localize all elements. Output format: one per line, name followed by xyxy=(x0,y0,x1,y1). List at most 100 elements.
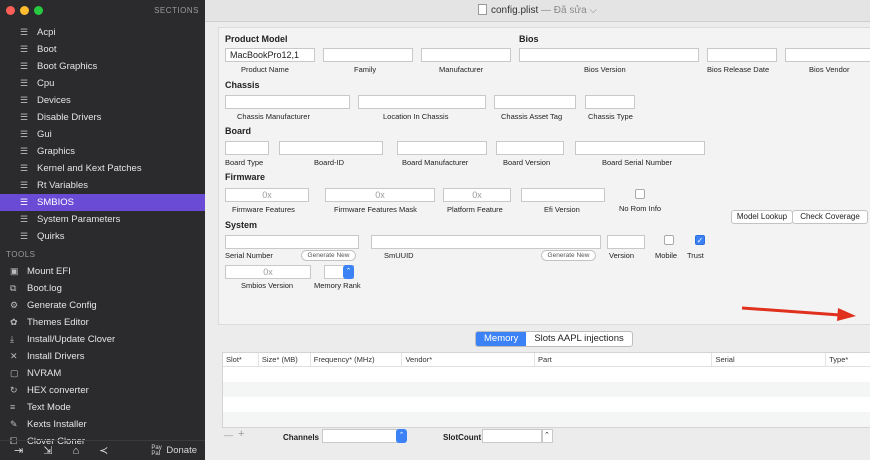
bios-release-date-field[interactable] xyxy=(707,48,777,62)
sidebar-item-label: Quirks xyxy=(37,231,65,242)
slotcount-field[interactable] xyxy=(482,429,542,443)
sidebar-item-acpi[interactable]: ☰ Acpi xyxy=(0,24,205,41)
import-icon[interactable]: ⇥ xyxy=(14,444,23,457)
model-lookup-button[interactable]: Model Lookup xyxy=(731,210,793,224)
firmware-features-mask-field[interactable]: 0x xyxy=(325,188,435,202)
tool-themes-editor[interactable]: ✿ Themes Editor xyxy=(0,314,205,331)
no-rom-info-label: No Rom Info xyxy=(619,204,662,213)
generate-serial-button[interactable]: Generate New xyxy=(301,250,356,261)
sidebar-item-cpu[interactable]: ☰ Cpu xyxy=(0,75,205,92)
list-icon: ☰ xyxy=(20,61,29,71)
sidebar-item-boot[interactable]: ☰ Boot xyxy=(0,41,205,58)
tool-mount-efi[interactable]: ▣ Mount EFI xyxy=(0,263,205,280)
sidebar-item-rt-variables[interactable]: ☰ Rt Variables xyxy=(0,177,205,194)
chassis-manufacturer-field[interactable] xyxy=(225,95,350,109)
product-name-field[interactable]: MacBookPro12,1 xyxy=(225,48,315,62)
table-row[interactable] xyxy=(223,367,870,382)
home-icon[interactable]: ⌂ xyxy=(72,445,79,457)
slotcount-label: SlotCount xyxy=(443,433,482,442)
sidebar-toolbar: ⇥ ⇲ ⌂ ≺ Pay Pal Donate xyxy=(0,440,205,460)
zoom-window-button[interactable] xyxy=(34,6,43,15)
board-version-field[interactable] xyxy=(496,141,564,155)
tool-kexts-installer[interactable]: ✎ Kexts Installer xyxy=(0,416,205,433)
trust-checkbox[interactable]: ✓ xyxy=(695,235,705,245)
channels-select[interactable] xyxy=(322,429,400,443)
sidebar-item-system-parameters[interactable]: ☰ System Parameters xyxy=(0,211,205,228)
tool-hex-converter[interactable]: ↻ HEX converter xyxy=(0,382,205,399)
column-vendor[interactable]: Vendor* xyxy=(402,353,536,366)
table-row[interactable] xyxy=(223,397,870,412)
list-icon: ☰ xyxy=(20,129,29,139)
memory-rank-stepper[interactable]: ⌃ xyxy=(343,265,354,279)
column-part[interactable]: Part xyxy=(535,353,713,366)
donate-button[interactable]: Pay Pal Donate xyxy=(151,445,197,457)
config-icon: ⚙ xyxy=(10,300,19,310)
tool-boot-log[interactable]: ⧉ Boot.log xyxy=(0,280,205,297)
sidebar-item-disable-drivers[interactable]: ☰ Disable Drivers xyxy=(0,109,205,126)
generate-smuuid-button[interactable]: Generate New xyxy=(541,250,596,261)
channels-stepper[interactable]: ⌃ xyxy=(396,429,407,443)
check-coverage-button[interactable]: Check Coverage xyxy=(792,210,868,224)
board-type-field[interactable] xyxy=(225,141,269,155)
board-manufacturer-field[interactable] xyxy=(397,141,487,155)
tab-slots-aapl-injections[interactable]: Slots AAPL injections xyxy=(526,332,631,346)
column-size[interactable]: Size* (MB) xyxy=(259,353,311,366)
sidebar-item-label: Acpi xyxy=(37,27,56,38)
board-id-field[interactable] xyxy=(279,141,383,155)
sidebar-item-kernel-kext-patches[interactable]: ☰ Kernel and Kext Patches xyxy=(0,160,205,177)
table-row[interactable] xyxy=(223,412,870,427)
tab-memory[interactable]: Memory xyxy=(476,332,527,346)
family-label: Family xyxy=(354,65,377,74)
chassis-type-label: Chassis Type xyxy=(588,112,633,121)
bios-version-field[interactable] xyxy=(519,48,699,62)
sidebar-item-gui[interactable]: ☰ Gui xyxy=(0,126,205,143)
platform-feature-label: Platform Feature xyxy=(447,205,503,214)
smbios-version-field[interactable]: 0x xyxy=(225,265,311,279)
sidebar-item-boot-graphics[interactable]: ☰ Boot Graphics xyxy=(0,58,205,75)
tool-label: HEX converter xyxy=(27,385,89,396)
sidebar-item-smbios[interactable]: ☰ SMBIOS xyxy=(0,194,205,211)
smuuid-field[interactable] xyxy=(371,235,601,249)
column-slot[interactable]: Slot* xyxy=(223,353,259,366)
version-field[interactable] xyxy=(607,235,645,249)
platform-feature-field[interactable]: 0x xyxy=(443,188,511,202)
column-frequency[interactable]: Frequency* (MHz) xyxy=(311,353,403,366)
tool-generate-config[interactable]: ⚙ Generate Config xyxy=(0,297,205,314)
sidebar-item-label: Graphics xyxy=(37,146,76,157)
location-in-chassis-field[interactable] xyxy=(358,95,486,109)
firmware-features-field[interactable]: 0x xyxy=(225,188,309,202)
slotcount-stepper[interactable]: ⌃ xyxy=(542,429,553,443)
column-serial[interactable]: Serial xyxy=(712,353,827,366)
close-window-button[interactable] xyxy=(6,6,15,15)
remove-row-button[interactable]: — xyxy=(224,430,233,440)
column-type[interactable]: Type* xyxy=(826,353,870,366)
sidebar-item-graphics[interactable]: ☰ Graphics xyxy=(0,143,205,160)
chassis-asset-tag-label: Chassis Asset Tag xyxy=(501,112,563,121)
serial-number-field[interactable] xyxy=(225,235,359,249)
chassis-asset-tag-field[interactable] xyxy=(494,95,576,109)
list-icon: ☰ xyxy=(20,214,29,224)
mobile-checkbox[interactable] xyxy=(664,235,674,245)
family-field[interactable] xyxy=(323,48,413,62)
no-rom-info-checkbox[interactable] xyxy=(635,189,645,199)
export-icon[interactable]: ⇲ xyxy=(43,444,52,457)
tool-nvram[interactable]: ▢ NVRAM xyxy=(0,365,205,382)
efi-version-field[interactable] xyxy=(521,188,605,202)
bios-vendor-field[interactable] xyxy=(785,48,870,62)
board-serial-number-field[interactable] xyxy=(575,141,705,155)
table-row[interactable] xyxy=(223,382,870,397)
manufacturer-field[interactable] xyxy=(421,48,511,62)
minimize-window-button[interactable] xyxy=(20,6,29,15)
tool-install-update-clover[interactable]: ⤓ Install/Update Clover xyxy=(0,331,205,348)
share-icon[interactable]: ≺ xyxy=(99,444,108,457)
tool-install-drivers[interactable]: ✕ Install Drivers xyxy=(0,348,205,365)
tool-text-mode[interactable]: ≡ Text Mode xyxy=(0,399,205,416)
bios-vendor-label: Bios Vendor xyxy=(809,65,850,74)
sidebar-item-quirks[interactable]: ☰ Quirks xyxy=(0,228,205,245)
add-row-button[interactable]: + xyxy=(238,428,244,440)
chassis-type-field[interactable] xyxy=(585,95,635,109)
bios-release-date-label: Bios Release Date xyxy=(707,65,770,74)
edited-status[interactable]: — Đã sửa ⌵ xyxy=(538,5,597,16)
sidebar-item-devices[interactable]: ☰ Devices xyxy=(0,92,205,109)
list-icon: ☰ xyxy=(20,27,29,37)
